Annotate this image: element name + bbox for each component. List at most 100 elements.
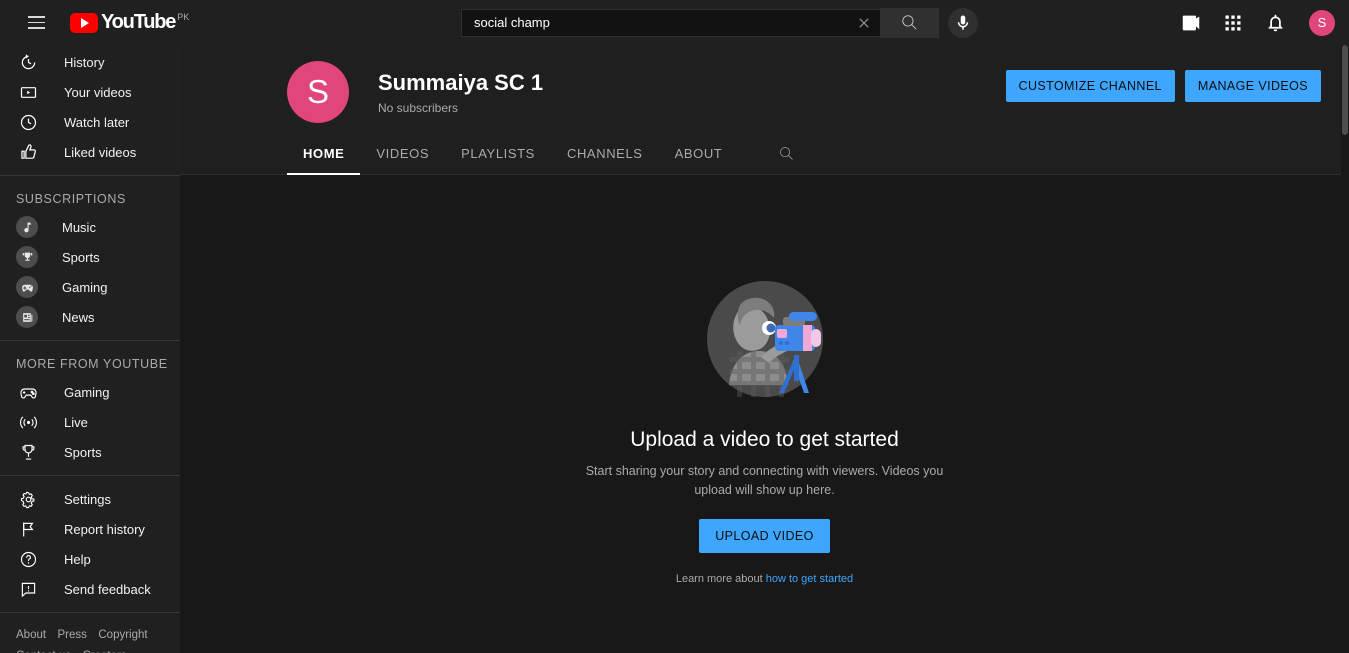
sidebar-item-live-label: Live xyxy=(64,414,88,430)
channel-identity: S Summaiya SC 1 No subscribers Customize… xyxy=(180,45,1349,133)
sidebar-item-liked-videos[interactable]: Liked videos xyxy=(0,137,180,167)
trophy-icon xyxy=(16,246,38,268)
sidebar-item-sports-more-label: Sports xyxy=(64,444,102,460)
channel-actions: Customize channel Manage videos xyxy=(1005,70,1321,102)
footer-row-2: Contact us Creators xyxy=(16,646,164,653)
hamburger-menu-icon[interactable] xyxy=(16,3,56,43)
tab-channels[interactable]: Channels xyxy=(551,133,659,175)
sidebar-item-send-feedback-label: Send feedback xyxy=(64,581,151,597)
masthead-center xyxy=(260,7,1179,38)
main-scrollbar-track[interactable] xyxy=(1341,45,1349,653)
sidebar-item-report-history[interactable]: Report history xyxy=(0,514,180,544)
sidebar-item-music-label: Music xyxy=(62,219,96,235)
empty-state-title: Upload a video to get started xyxy=(630,428,899,451)
microphone-icon[interactable] xyxy=(948,7,978,38)
sidebar-item-music[interactable]: Music xyxy=(0,212,180,242)
sidebar-item-gaming-more-label: Gaming xyxy=(64,384,110,400)
sidebar-item-sports-more[interactable]: Sports xyxy=(0,437,180,467)
sidebar-subscriptions-section: Subscriptions Music Sports Gaming xyxy=(0,176,180,341)
subscriber-count: No subscribers xyxy=(378,101,459,115)
sidebar-item-history[interactable]: History xyxy=(0,47,180,77)
sidebar-item-report-history-label: Report history xyxy=(64,521,145,537)
sidebar-item-gaming-more[interactable]: Gaming xyxy=(0,377,180,407)
search-icon[interactable] xyxy=(774,142,798,166)
upload-video-button[interactable]: Upload video xyxy=(699,519,830,553)
tab-about[interactable]: About xyxy=(659,133,739,175)
sidebar-footer: About Press Copyright Contact us Creator… xyxy=(0,613,180,653)
live-broadcast-icon xyxy=(16,410,40,434)
page-title: Summaiya SC 1 xyxy=(378,70,544,95)
youtube-logo[interactable]: YouTube PK xyxy=(70,12,189,33)
close-icon[interactable] xyxy=(852,11,876,35)
channel-header: S Summaiya SC 1 No subscribers Customize… xyxy=(180,45,1349,175)
youtube-logo-text: YouTube xyxy=(101,11,176,33)
sidebar-subscriptions-header: Subscriptions xyxy=(16,192,126,206)
sidebar-more-header: More from YouTube xyxy=(16,357,168,371)
newspaper-icon xyxy=(16,306,38,328)
main-scrollbar-thumb[interactable] xyxy=(1342,45,1348,135)
sidebar-item-settings[interactable]: Settings xyxy=(0,484,180,514)
notifications-bell-icon[interactable] xyxy=(1263,11,1287,35)
sidebar-item-your-videos-label: Your videos xyxy=(64,84,132,100)
sidebar-item-news-sub[interactable]: News xyxy=(0,302,180,332)
footer-row-1: About Press Copyright xyxy=(16,625,164,643)
channel-avatar[interactable]: S xyxy=(287,61,349,123)
tab-videos[interactable]: Videos xyxy=(360,133,445,175)
sidebar-item-gaming-sub[interactable]: Gaming xyxy=(0,272,180,302)
search-button[interactable] xyxy=(880,7,939,38)
watch-later-clock-icon xyxy=(16,110,40,134)
channel-meta: Summaiya SC 1 No subscribers xyxy=(378,69,543,115)
search-area xyxy=(461,7,978,38)
footer-link-about[interactable]: About xyxy=(16,629,46,641)
create-video-icon[interactable] xyxy=(1179,11,1203,35)
sidebar-item-gaming-sub-label: Gaming xyxy=(62,279,108,295)
sidebar[interactable]: History Your videos Watch later Liked vi… xyxy=(0,45,180,653)
sidebar-item-sports-sub[interactable]: Sports xyxy=(0,242,180,272)
sidebar-item-watch-later[interactable]: Watch later xyxy=(0,107,180,137)
learn-more-text: Learn more about how to get started xyxy=(676,573,853,585)
search-input[interactable] xyxy=(474,15,852,30)
channel-tabs: Home Videos Playlists Channels About xyxy=(180,133,1349,175)
trophy-outline-icon xyxy=(16,440,40,464)
tab-home[interactable]: Home xyxy=(287,133,361,175)
footer-link-press[interactable]: Press xyxy=(58,629,87,641)
sidebar-more-section: More from YouTube Gaming xyxy=(0,341,180,476)
sidebar-item-news-sub-label: News xyxy=(62,309,95,325)
how-to-get-started-link[interactable]: how to get started xyxy=(766,573,853,585)
sidebar-scroll-container: History Your videos Watch later Liked vi… xyxy=(0,45,180,653)
manage-videos-button[interactable]: Manage videos xyxy=(1184,70,1321,102)
avatar[interactable]: S xyxy=(1309,9,1335,36)
sidebar-item-your-videos[interactable]: Your videos xyxy=(0,77,180,107)
sidebar-item-sports-sub-label: Sports xyxy=(62,249,100,265)
youtube-play-icon xyxy=(70,13,98,33)
help-question-icon xyxy=(16,547,40,571)
customize-channel-button[interactable]: Customize channel xyxy=(1005,70,1175,102)
flag-icon xyxy=(16,517,40,541)
gamepad-outline-icon xyxy=(16,380,40,404)
youtube-apps-grid-icon[interactable] xyxy=(1221,11,1245,35)
sidebar-item-live[interactable]: Live xyxy=(0,407,180,437)
thumbs-up-icon xyxy=(16,140,40,164)
your-videos-icon xyxy=(16,80,40,104)
sidebar-settings-section: Settings Report history Help Send feedba… xyxy=(0,476,180,613)
sidebar-library-section: History Your videos Watch later Liked vi… xyxy=(0,45,180,176)
sidebar-item-settings-label: Settings xyxy=(64,491,111,507)
learn-more-prefix: Learn more about xyxy=(675,573,766,585)
empty-state: Upload a video to get started Start shar… xyxy=(180,175,1349,585)
videographer-with-camera-illustration xyxy=(706,281,823,397)
gear-icon xyxy=(16,487,40,511)
history-icon xyxy=(16,50,40,74)
sidebar-item-watch-later-label: Watch later xyxy=(64,114,130,130)
empty-state-subtitle: Start sharing your story and connecting … xyxy=(585,464,944,497)
youtube-country-code: PK xyxy=(177,12,190,22)
send-feedback-icon xyxy=(16,577,40,601)
sidebar-item-help-label: Help xyxy=(64,551,91,567)
sidebar-item-liked-videos-label: Liked videos xyxy=(64,144,137,160)
tab-playlists[interactable]: Playlists xyxy=(445,133,551,175)
sidebar-item-help[interactable]: Help xyxy=(0,544,180,574)
sidebar-item-send-feedback[interactable]: Send feedback xyxy=(0,574,180,604)
gamepad-icon xyxy=(16,276,38,298)
masthead-right: S xyxy=(1179,9,1349,36)
footer-link-copyright[interactable]: Copyright xyxy=(98,629,147,641)
search-box[interactable] xyxy=(461,8,880,37)
